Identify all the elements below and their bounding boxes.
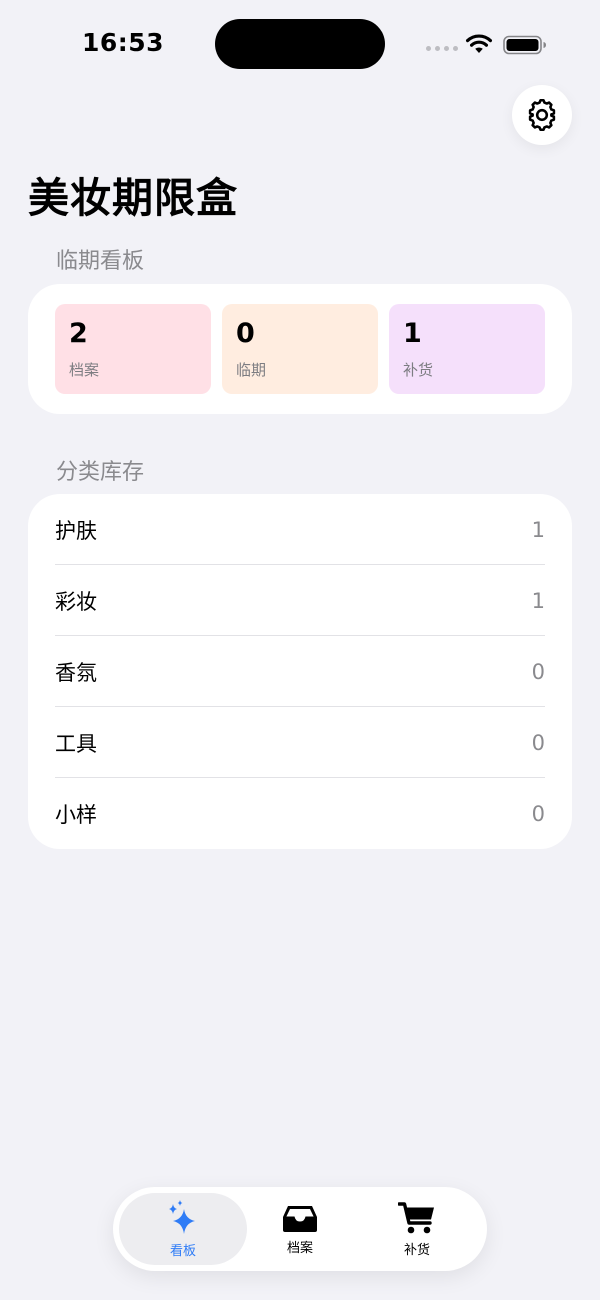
category-row-fragrance[interactable]: 香氛 0: [55, 636, 545, 707]
stat-tile-expiring[interactable]: 0 临期: [222, 304, 378, 394]
screen: 16:53 美妆期限盒 临期看板 2 档案 0 临期 1 补货 分类库存 护肤 …: [0, 0, 600, 1300]
category-row-skincare[interactable]: 护肤 1: [55, 494, 545, 565]
cellular-signal-icon: [426, 46, 458, 51]
stat-label: 补货: [403, 361, 434, 379]
category-name: 香氛: [55, 660, 97, 685]
category-count: 1: [531, 517, 545, 542]
category-row-samples[interactable]: 小样 0: [55, 778, 545, 849]
status-time: 16:53: [82, 28, 165, 57]
stat-value: 1: [403, 318, 422, 349]
category-name: 工具: [55, 731, 97, 756]
category-count: 1: [531, 588, 545, 613]
category-name: 小样: [55, 802, 97, 827]
battery-icon: [503, 35, 546, 55]
stat-tile-archive[interactable]: 2 档案: [55, 304, 211, 394]
settings-button[interactable]: [512, 85, 572, 145]
stat-value: 0: [236, 318, 255, 349]
tab-restock[interactable]: 补货: [353, 1193, 481, 1265]
stat-label: 档案: [69, 361, 100, 379]
tab-label: 补货: [403, 1242, 430, 1258]
stats-card: 2 档案 0 临期 1 补货: [28, 284, 572, 414]
category-count: 0: [531, 801, 545, 826]
stat-label: 临期: [236, 361, 267, 379]
category-count: 0: [531, 659, 545, 684]
dynamic-island: [215, 19, 385, 69]
category-name: 护肤: [55, 518, 97, 543]
tray-icon: [283, 1205, 317, 1232]
category-row-makeup[interactable]: 彩妆 1: [55, 565, 545, 636]
category-count: 0: [531, 730, 545, 755]
stat-tile-restock[interactable]: 1 补货: [389, 304, 545, 394]
category-name: 彩妆: [55, 589, 97, 614]
dashboard-section-header: 临期看板: [56, 249, 145, 274]
page-title: 美妆期限盒: [28, 174, 238, 222]
category-list-card: 护肤 1 彩妆 1 香氛 0 工具 0 小样 0: [28, 494, 572, 849]
gear-icon: [528, 98, 556, 132]
stat-value: 2: [69, 318, 88, 349]
categories-section-header: 分类库存: [56, 460, 145, 485]
tab-bar: 看板 档案 补货: [113, 1187, 487, 1271]
tab-archive[interactable]: 档案: [236, 1193, 364, 1265]
tab-dashboard[interactable]: 看板: [119, 1193, 247, 1265]
tab-label: 档案: [286, 1240, 313, 1256]
tab-label: 看板: [169, 1243, 196, 1259]
cart-icon: [398, 1201, 434, 1233]
category-row-tools[interactable]: 工具 0: [55, 707, 545, 778]
sparkles-icon: [169, 1199, 195, 1234]
wifi-icon: [466, 34, 492, 53]
